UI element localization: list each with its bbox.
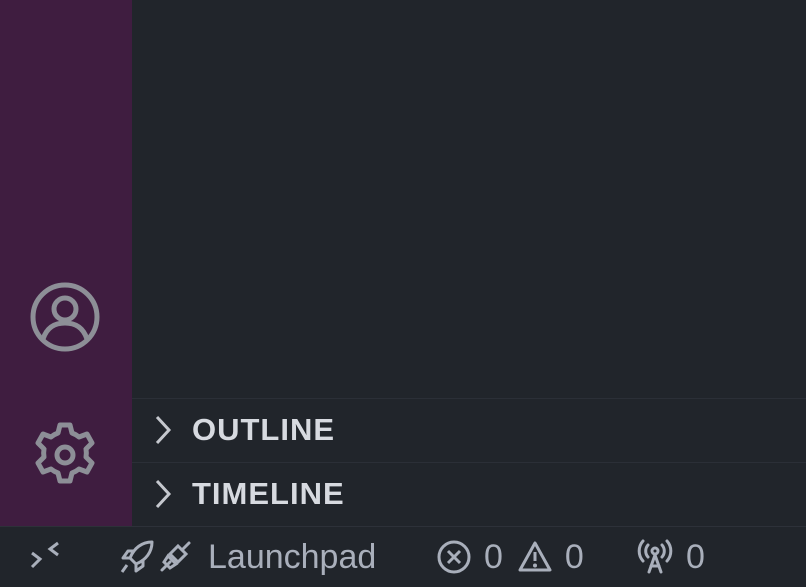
account-icon[interactable] bbox=[28, 280, 102, 354]
chevron-right-icon bbox=[154, 478, 172, 510]
remote-icon bbox=[26, 537, 66, 577]
ports-button[interactable]: 0 bbox=[636, 527, 705, 587]
timeline-section-header[interactable]: TIMELINE bbox=[132, 462, 806, 525]
timeline-label: TIMELINE bbox=[192, 476, 345, 511]
error-count: 0 bbox=[484, 537, 503, 576]
activity-bar bbox=[0, 0, 132, 526]
remote-button[interactable] bbox=[26, 527, 66, 587]
outline-section-header[interactable]: OUTLINE bbox=[132, 398, 806, 461]
problems-button[interactable]: 0 0 bbox=[436, 527, 598, 587]
warning-icon bbox=[517, 539, 553, 575]
chevron-right-icon bbox=[154, 414, 172, 446]
launchpad-button[interactable]: Launchpad bbox=[118, 527, 376, 587]
error-icon bbox=[436, 539, 472, 575]
warning-count: 0 bbox=[564, 537, 584, 576]
broadcast-icon bbox=[636, 538, 674, 576]
plug-icon bbox=[156, 538, 194, 576]
outline-label: OUTLINE bbox=[192, 412, 336, 447]
gear-icon[interactable] bbox=[28, 418, 102, 492]
rocket-icon bbox=[118, 538, 156, 576]
status-bar: Launchpad 0 0 0 bbox=[0, 526, 806, 586]
sidebar: OUTLINE TIMELINE bbox=[132, 0, 806, 526]
ports-count: 0 bbox=[686, 537, 705, 576]
launchpad-label: Launchpad bbox=[208, 537, 377, 576]
